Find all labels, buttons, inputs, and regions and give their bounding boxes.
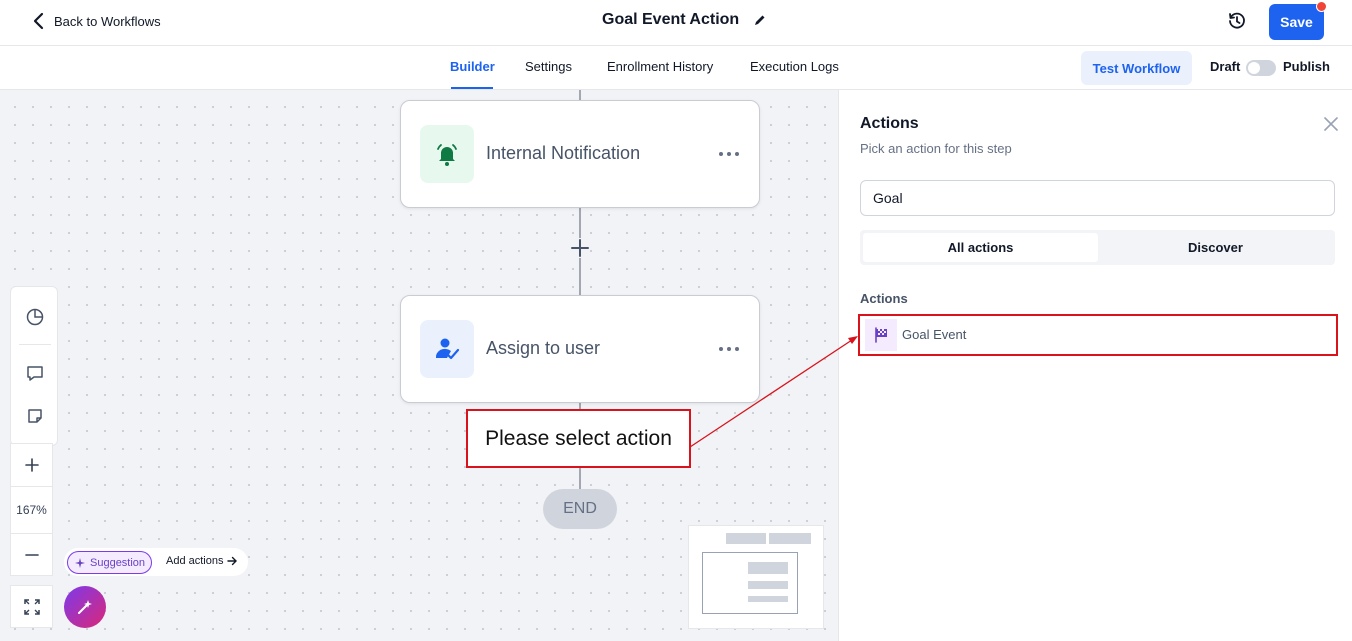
tab-execution-logs[interactable]: Execution Logs (750, 59, 839, 74)
workflow-canvas[interactable]: Internal Notification Assign to user Ple… (0, 90, 838, 641)
tab-bar: Builder Settings Enrollment History Exec… (0, 46, 1352, 90)
sparkle-icon (75, 557, 85, 568)
unsaved-indicator (1316, 1, 1327, 12)
add-step-plus-icon[interactable] (570, 238, 590, 258)
workflow-node-internal-notification[interactable]: Internal Notification (400, 100, 760, 208)
add-actions-link[interactable]: Add actions (166, 555, 238, 567)
add-actions-label: Add actions (166, 555, 224, 567)
node-label: Assign to user (486, 338, 601, 358)
minimap-node (769, 533, 811, 544)
back-to-workflows-link[interactable]: Back to Workflows (32, 12, 161, 30)
zoom-controls: 167% (10, 443, 53, 576)
flag-icon (865, 319, 897, 351)
ai-assistant-button[interactable] (64, 586, 106, 628)
pencil-icon[interactable] (753, 13, 767, 27)
panel-subtitle: Pick an action for this step (860, 141, 1012, 156)
zoom-out-button[interactable] (11, 534, 52, 576)
active-tab-indicator (451, 87, 493, 89)
fit-to-screen-button[interactable] (10, 585, 53, 628)
pie-chart-icon[interactable] (25, 307, 45, 327)
top-bar: Back to Workflows Goal Event Action Save (0, 0, 1352, 46)
expand-icon (23, 598, 40, 615)
minimap-node (748, 596, 788, 602)
suggestion-label: Suggestion (90, 556, 146, 569)
back-label: Back to Workflows (54, 13, 161, 29)
tab-builder[interactable]: Builder (450, 59, 495, 74)
zoom-level: 167% (11, 486, 52, 534)
workflow-title-group: Goal Event Action (602, 11, 767, 29)
bell-icon (420, 125, 474, 183)
more-options-icon[interactable] (718, 145, 740, 163)
suggestion-bar: Suggestion Add actions (64, 548, 248, 576)
chevron-left-icon (33, 12, 44, 30)
divider (19, 344, 51, 345)
suggestion-chip[interactable]: Suggestion (67, 551, 153, 574)
select-action-callout: Please select action (466, 409, 691, 468)
canvas-tool-panel (10, 286, 58, 446)
panel-title: Actions (860, 115, 919, 132)
zoom-in-button[interactable] (11, 444, 52, 486)
save-button[interactable]: Save (1269, 4, 1324, 40)
user-check-icon (420, 320, 474, 378)
segment-all-actions[interactable]: All actions (863, 233, 1098, 262)
actions-panel: Actions Pick an action for this step All… (838, 90, 1352, 641)
connector-line (579, 90, 581, 100)
draft-label: Draft (1210, 59, 1241, 74)
minimap[interactable] (688, 525, 824, 629)
workflow-title: Goal Event Action (602, 11, 740, 28)
node-label: Internal Notification (486, 143, 641, 163)
sticky-note-icon[interactable] (25, 406, 45, 426)
action-item-label: Goal Event (902, 327, 967, 342)
close-icon[interactable] (1323, 116, 1339, 132)
end-node: END (543, 489, 617, 529)
minimap-node (726, 533, 766, 544)
comment-icon[interactable] (25, 363, 45, 383)
section-heading: Actions (860, 291, 908, 306)
connector-line (579, 468, 581, 490)
test-workflow-button[interactable]: Test Workflow (1081, 51, 1192, 85)
arrow-right-icon (227, 556, 238, 566)
action-segment-control: All actions Discover (860, 230, 1335, 265)
plus-icon (24, 458, 39, 472)
more-options-icon[interactable] (718, 340, 740, 358)
minus-icon (24, 554, 39, 556)
action-search-input[interactable] (860, 180, 1335, 216)
workflow-node-assign-to-user[interactable]: Assign to user (400, 295, 760, 403)
publish-label: Publish (1283, 59, 1330, 74)
minimap-node (748, 562, 788, 574)
minimap-node (748, 581, 788, 589)
segment-discover[interactable]: Discover (1098, 233, 1333, 262)
action-item-goal-event[interactable]: Goal Event (858, 314, 1338, 356)
tab-enrollment-history[interactable]: Enrollment History (607, 59, 713, 74)
history-icon[interactable] (1227, 11, 1247, 31)
tab-settings[interactable]: Settings (525, 59, 572, 74)
publish-toggle[interactable] (1246, 60, 1276, 76)
magic-wand-icon (78, 600, 92, 614)
